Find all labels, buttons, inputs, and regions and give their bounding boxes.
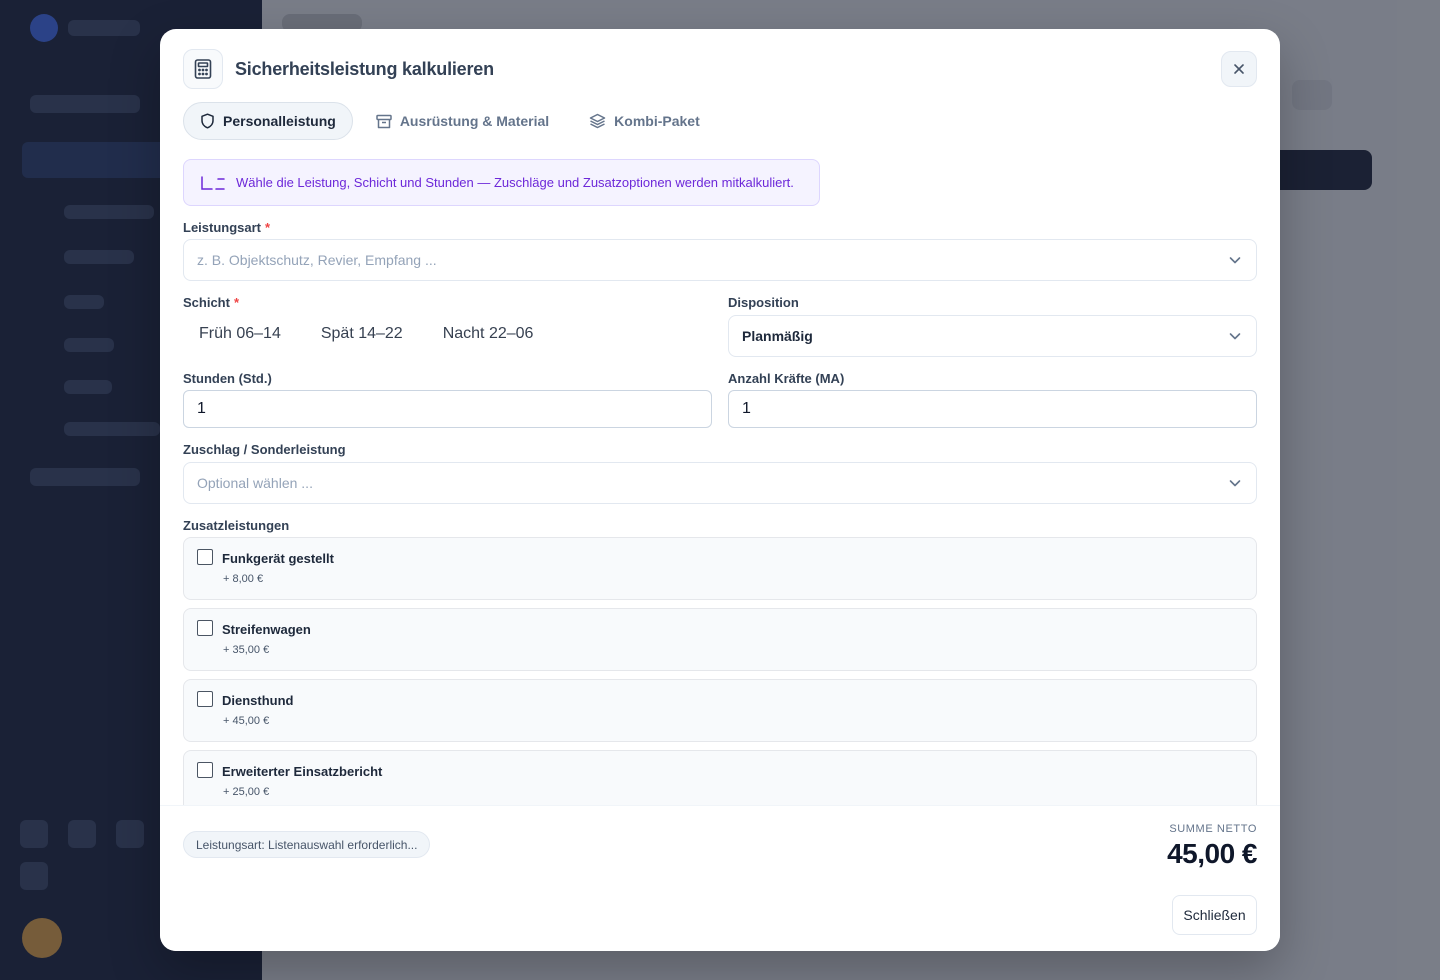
sum-label: SUMME NETTO	[1169, 823, 1257, 835]
modal-title: Sicherheitsleistung kalkulieren	[235, 58, 494, 79]
schicht-label-text: Schicht	[183, 295, 230, 310]
chevron-down-icon	[1229, 333, 1241, 340]
option-price: + 45,00 €	[223, 715, 270, 727]
leistungsart-label: Leistungsart *	[183, 220, 270, 235]
checkbox[interactable]	[197, 620, 213, 636]
disposition-label: Disposition	[728, 295, 799, 310]
close-icon	[1234, 64, 1244, 74]
calculation-modal: Sicherheitsleistung kalkulieren Personal…	[160, 29, 1280, 951]
tab-label: Personalleistung	[223, 113, 336, 129]
sum-value: 45,00 €	[1167, 838, 1257, 869]
option-name: Diensthund	[222, 693, 294, 708]
tab-ausruestung[interactable]: Ausrüstung & Material	[359, 102, 566, 140]
option-streifenwagen[interactable]: Streifenwagen + 35,00 €	[183, 608, 1257, 671]
shift-options: Früh 06–14 Spät 14–22 Nacht 22–06	[199, 325, 533, 343]
leistungsart-placeholder: z. B. Objektschutz, Revier, Empfang ...	[197, 252, 437, 268]
tab-label: Ausrüstung & Material	[399, 113, 550, 129]
layers-icon	[589, 113, 606, 129]
checkbox[interactable]	[197, 691, 213, 707]
kraefte-value: 1	[742, 400, 751, 417]
zuschlag-select[interactable]: Optional wählen ...	[183, 462, 1257, 504]
zusatzleistungen-label: Zusatzleistungen	[183, 518, 290, 533]
checkbox[interactable]	[197, 549, 213, 565]
leistungsart-label-text: Leistungsart	[183, 220, 262, 235]
stunden-input[interactable]: 1	[183, 390, 712, 428]
shift-option-spaet[interactable]: Spät 14–22	[321, 325, 403, 343]
stunden-label: Stunden (Std.)	[183, 371, 272, 386]
option-price: + 35,00 €	[223, 644, 270, 656]
disposition-value: Planmäßig	[742, 328, 813, 344]
calculator-icon	[183, 49, 223, 89]
chevron-down-icon	[1229, 480, 1241, 487]
tab-bar: Personalleistung Ausrüstung & Material K…	[183, 102, 717, 140]
disposition-select[interactable]: Planmäßig	[728, 315, 1257, 357]
option-funkgeraet[interactable]: Funkgerät gestellt + 8,00 €	[183, 537, 1257, 600]
checkbox[interactable]	[197, 762, 213, 778]
option-name: Erweiterter Einsatzbericht	[222, 764, 383, 779]
option-price: + 8,00 €	[223, 573, 264, 585]
tab-personalleistung[interactable]: Personalleistung	[183, 102, 353, 140]
shift-option-nacht[interactable]: Nacht 22–06	[443, 325, 534, 343]
option-name: Funkgerät gestellt	[222, 551, 334, 566]
calculation-hint-icon	[201, 175, 225, 190]
modal-footer: Leistungsart: Listenauswahl erforderlich…	[160, 805, 1280, 951]
modal-header: Sicherheitsleistung kalkulieren	[183, 49, 1257, 89]
schicht-label: Schicht *	[183, 295, 239, 310]
zusatzleistungen-list: Funkgerät gestellt + 8,00 € Streifenwage…	[183, 537, 1257, 805]
required-marker: *	[233, 295, 240, 310]
option-diensthund[interactable]: Diensthund + 45,00 €	[183, 679, 1257, 742]
kraefte-label: Anzahl Kräfte (MA)	[728, 371, 845, 386]
kraefte-input[interactable]: 1	[728, 390, 1257, 428]
chevron-down-icon	[1229, 257, 1241, 264]
shield-icon	[201, 113, 214, 129]
schliessen-button[interactable]: Schließen	[1172, 895, 1257, 935]
option-name: Streifenwagen	[222, 622, 311, 637]
close-button[interactable]	[1221, 51, 1257, 87]
option-einsatzbericht[interactable]: Erweiterter Einsatzbericht + 25,00 €	[183, 750, 1257, 805]
info-text: Wähle die Leistung, Schicht und Stunden …	[236, 175, 794, 190]
zuschlag-placeholder: Optional wählen ...	[197, 475, 313, 491]
box-icon	[376, 114, 392, 128]
leistungsart-select[interactable]: z. B. Objektschutz, Revier, Empfang ...	[183, 239, 1257, 281]
stunden-value: 1	[197, 400, 206, 417]
status-badge: Leistungsart: Listenauswahl erforderlich…	[183, 831, 431, 858]
option-price: + 25,00 €	[223, 786, 270, 798]
shift-option-frueh[interactable]: Früh 06–14	[199, 325, 281, 343]
tab-kombi-paket[interactable]: Kombi-Paket	[572, 102, 717, 140]
info-hint: Wähle die Leistung, Schicht und Stunden …	[183, 159, 820, 206]
tab-label: Kombi-Paket	[614, 113, 700, 129]
zuschlag-label: Zuschlag / Sonderleistung	[183, 442, 346, 457]
required-marker: *	[265, 220, 271, 235]
